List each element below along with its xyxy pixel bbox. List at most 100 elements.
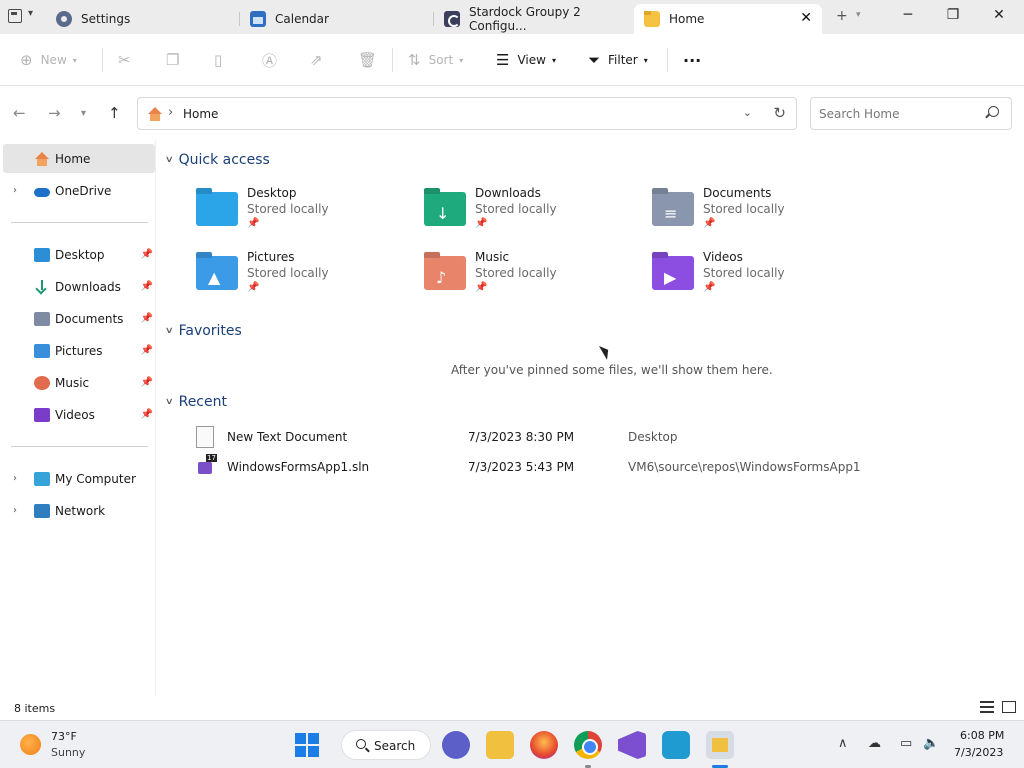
pin-icon: 📌: [140, 377, 153, 388]
clock-time[interactable]: 6:08 PM: [960, 729, 1004, 742]
sort-button[interactable]: ⇅ Sort ▾: [408, 48, 463, 72]
paste-button[interactable]: ▯: [214, 48, 230, 72]
recent-file-row[interactable]: WindowsFormsApp1.sln 7/3/2023 5:43 PM VM…: [190, 454, 890, 482]
firefox-icon[interactable]: [530, 731, 558, 759]
sidebar-item-network[interactable]: › Network: [3, 496, 155, 525]
sun-weather-icon[interactable]: [20, 734, 41, 755]
section-header-recent[interactable]: ∨ Recent: [165, 394, 227, 410]
expand-chevron-icon[interactable]: ›: [13, 505, 17, 516]
search-icon[interactable]: [988, 106, 999, 117]
tab-list-chevron-icon[interactable]: ▾: [28, 8, 33, 19]
network-status-icon[interactable]: ▭: [900, 736, 912, 751]
up-button[interactable]: ↑: [108, 104, 121, 122]
command-bar: ⊕ New ▾ ✂ ❐ ▯ Ⓐ ⇗ 🗑 ⇅ Sort ▾ ☰ View ▾ ⏷ …: [0, 34, 1024, 86]
expand-chevron-icon[interactable]: ›: [13, 185, 17, 196]
delete-button[interactable]: 🗑: [358, 48, 385, 72]
more-options-button[interactable]: ···: [683, 48, 701, 72]
weather-temperature[interactable]: 73°F: [51, 730, 77, 743]
expand-chevron-icon[interactable]: ›: [13, 473, 17, 484]
navigation-pane: Home › OneDrive Desktop 📌 Downloads 📌 Do…: [0, 140, 156, 696]
section-header-favorites[interactable]: ∨ Favorites: [164, 323, 242, 339]
copy-icon: ❐: [166, 51, 180, 69]
back-button[interactable]: ←: [13, 104, 26, 122]
sidebar-item-desktop[interactable]: Desktop 📌: [3, 240, 155, 269]
tab-home[interactable]: Home ✕: [634, 4, 822, 34]
search-input[interactable]: [811, 98, 981, 129]
tile-status: Stored locally: [475, 266, 557, 280]
sidebar-item-music[interactable]: Music 📌: [3, 368, 155, 397]
details-view-icon[interactable]: [980, 701, 994, 713]
tile-name: Pictures: [247, 250, 295, 264]
network-icon: [34, 503, 50, 518]
quick-access-documents[interactable]: ≡ Documents Stored locally 📌: [652, 186, 862, 242]
minimize-button[interactable]: ─: [885, 4, 931, 30]
breadcrumb-chevron-icon[interactable]: ›: [168, 105, 173, 120]
weather-condition[interactable]: Sunny: [51, 746, 85, 759]
sidebar-splitter[interactable]: [155, 140, 156, 696]
share-button[interactable]: ⇗: [310, 48, 331, 72]
onedrive-offline-icon[interactable]: ☁: [868, 736, 881, 751]
sidebar-item-my-computer[interactable]: › My Computer: [3, 464, 155, 493]
recent-file-row[interactable]: New Text Document 7/3/2023 8:30 PM Deskt…: [190, 424, 890, 452]
address-history-dropdown-icon[interactable]: ⌄: [743, 106, 752, 119]
sidebar-item-videos[interactable]: Videos 📌: [3, 400, 155, 429]
section-header-quick-access[interactable]: ∨ Quick access: [165, 152, 270, 168]
search-box[interactable]: [810, 97, 1012, 130]
new-button[interactable]: ⊕ New ▾: [20, 48, 77, 72]
file-explorer-icon[interactable]: [486, 731, 514, 759]
volume-icon[interactable]: 🔈: [923, 736, 939, 751]
quick-access-music[interactable]: ♪ Music Stored locally 📌: [424, 250, 634, 306]
show-hidden-icons-chevron-icon[interactable]: ∧: [838, 736, 848, 751]
clock-date[interactable]: 7/3/2023: [954, 746, 1003, 759]
recent-locations-dropdown[interactable]: ▾: [81, 108, 86, 119]
quick-access-videos[interactable]: ▶ Videos Stored locally 📌: [652, 250, 862, 306]
sidebar-item-onedrive[interactable]: › OneDrive: [3, 176, 155, 205]
sidebar-item-downloads[interactable]: Downloads 📌: [3, 272, 155, 301]
chevron-down-icon: ▾: [551, 55, 556, 65]
address-bar[interactable]: › Home ⌄ ↻: [137, 97, 797, 130]
file-name: WindowsFormsApp1.sln: [227, 460, 370, 474]
groupy-icon[interactable]: [662, 731, 690, 759]
chat-icon[interactable]: [442, 731, 470, 759]
close-window-button[interactable]: ✕: [976, 4, 1022, 30]
tab-groupy-config[interactable]: Stardock Groupy 2 Configu...: [434, 4, 632, 34]
favorites-empty-message: After you've pinned some files, we'll sh…: [451, 363, 773, 377]
breadcrumb-home[interactable]: Home: [183, 107, 218, 121]
collapse-chevron-icon: ∨: [164, 326, 174, 336]
cut-button[interactable]: ✂: [118, 48, 139, 72]
taskbar-search-button[interactable]: Search: [341, 730, 431, 760]
tab-settings[interactable]: Settings: [46, 4, 240, 34]
new-tab-dropdown-icon[interactable]: ▾: [856, 10, 861, 20]
tab-label: Settings: [81, 12, 131, 26]
maximize-button[interactable]: ❐: [930, 4, 976, 30]
file-date: 7/3/2023 5:43 PM: [468, 460, 575, 474]
rename-button[interactable]: Ⓐ: [262, 48, 285, 72]
forward-button[interactable]: →: [48, 104, 61, 122]
quick-access-pictures[interactable]: ▲ Pictures Stored locally 📌: [196, 250, 406, 306]
toolbar-divider: [667, 48, 668, 72]
section-title: Favorites: [178, 323, 242, 339]
tiles-view-icon[interactable]: [1002, 701, 1016, 713]
quick-access-desktop[interactable]: Desktop Stored locally 📌: [196, 186, 406, 242]
chrome-icon[interactable]: [574, 731, 602, 759]
groupy-icon: [444, 11, 460, 27]
view-button[interactable]: ☰ View ▾: [496, 48, 556, 72]
share-icon: ⇗: [310, 51, 323, 69]
window-menu-icon[interactable]: [8, 9, 22, 23]
sidebar-item-pictures[interactable]: Pictures 📌: [3, 336, 155, 365]
grouped-explorer-icon[interactable]: [706, 731, 734, 759]
new-tab-button[interactable]: +: [836, 8, 848, 24]
folder-icon: [644, 11, 660, 27]
start-windows-icon[interactable]: [293, 731, 321, 759]
tab-close-icon[interactable]: ✕: [800, 10, 812, 26]
chevron-down-icon: ▾: [643, 55, 648, 65]
filter-button[interactable]: ⏷ Filter ▾: [588, 48, 648, 72]
tab-calendar[interactable]: Calendar: [240, 4, 434, 34]
visual-studio-icon[interactable]: [618, 731, 646, 759]
refresh-button[interactable]: ↻: [773, 104, 786, 122]
sidebar-item-documents[interactable]: Documents 📌: [3, 304, 155, 333]
quick-access-downloads[interactable]: ↓ Downloads Stored locally 📌: [424, 186, 634, 242]
sidebar-item-home[interactable]: Home: [3, 144, 155, 173]
copy-button[interactable]: ❐: [166, 48, 187, 72]
pin-icon: 📌: [247, 282, 260, 293]
